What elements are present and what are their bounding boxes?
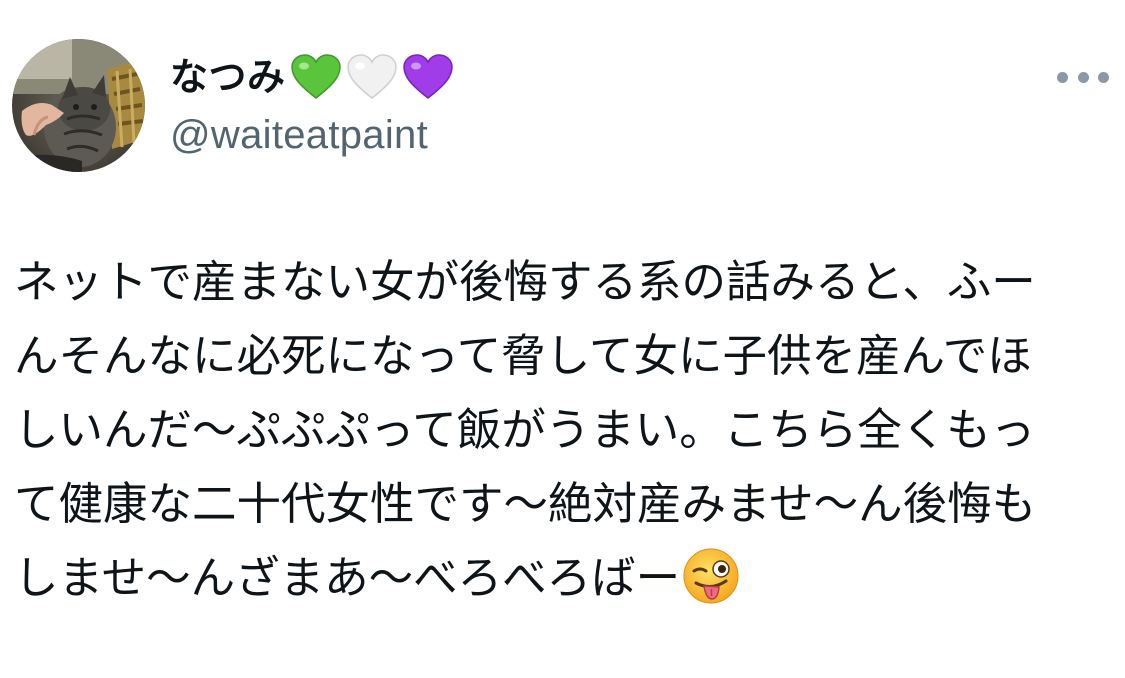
avatar-cat-photo bbox=[12, 39, 145, 172]
more-options-icon-dot bbox=[1077, 71, 1089, 83]
green-heart-icon bbox=[290, 54, 342, 100]
tweet-text-line-last: しませ〜んざまあ〜べろべろばー bbox=[14, 542, 1114, 616]
tweet-text-line: て健康な二十代女性です〜絶対産みませ〜ん後悔も bbox=[14, 479, 1037, 530]
tweet: なつみ @waiteatpaint ネットで産まない女が後悔する系の話みると、ふ… bbox=[0, 0, 1125, 678]
name-row: なつみ bbox=[170, 50, 454, 104]
winking-face-with-tongue-icon bbox=[682, 547, 740, 605]
handle[interactable]: @waiteatpaint bbox=[170, 110, 454, 160]
tweet-text-line: ネットで産まない女が後悔する系の話みると、ふー bbox=[14, 257, 1036, 308]
display-name[interactable]: なつみ bbox=[170, 50, 286, 104]
more-options-button[interactable] bbox=[1057, 66, 1109, 88]
author-block: なつみ @waiteatpaint bbox=[170, 50, 454, 160]
more-options-icon-dot bbox=[1098, 71, 1109, 83]
white-heart-icon bbox=[346, 54, 398, 100]
tweet-text: ネットで産まない女が後悔する系の話みると、ふー んそんなに必死になって脅して女に… bbox=[14, 246, 1114, 616]
tweet-text-line: んそんなに必死になって脅して女に子供を産んでほ bbox=[14, 331, 1032, 382]
tweet-text-line: しいんだ〜ぷぷぷって飯がうまい。こちら全くもっ bbox=[14, 405, 1036, 456]
tweet-text-line: しませ〜んざまあ〜べろべろばー bbox=[14, 553, 681, 604]
purple-heart-icon bbox=[402, 54, 454, 100]
more-options-icon bbox=[1057, 71, 1068, 83]
avatar[interactable] bbox=[12, 39, 145, 172]
